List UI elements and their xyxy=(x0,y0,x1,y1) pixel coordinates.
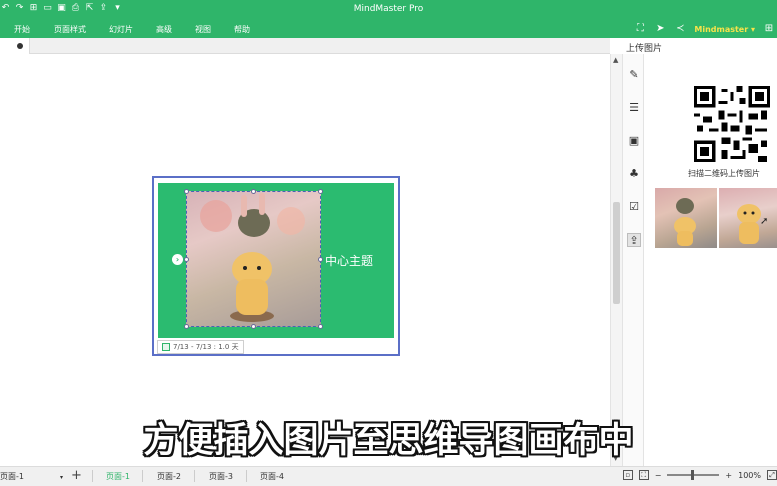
mouse-cursor-icon: ➚ xyxy=(760,216,769,227)
video-caption: 方便插入图片至思维导图画布中 xyxy=(143,421,634,461)
task-info-tag[interactable]: 7/13 - 7/13 : 1.0 天 xyxy=(157,340,244,354)
zoom-controls: ▫ ⛶ − + 100% ⤢ xyxy=(622,470,777,480)
zoom-out-icon[interactable]: − xyxy=(655,471,662,480)
task-calendar-icon xyxy=(162,343,170,351)
outline-list-icon[interactable]: ☰ xyxy=(627,101,641,115)
resize-handle[interactable] xyxy=(184,189,189,194)
page-tab-3[interactable]: 页面-3 xyxy=(209,471,233,482)
image-selection-border xyxy=(186,191,321,327)
vertical-scrollbar[interactable]: ▲ ▼ xyxy=(610,54,622,466)
resize-handle[interactable] xyxy=(184,257,189,262)
clipart-icon[interactable]: ♣ xyxy=(627,167,641,181)
image-icon[interactable]: ▣ xyxy=(627,134,641,148)
right-toolbar: ⛶ ➤ ≺ Mindmaster ▾ ⊞ xyxy=(634,20,775,38)
tab-divider xyxy=(142,470,143,482)
topic-text[interactable]: 中心主题 xyxy=(325,252,373,269)
upload-image-panel: 上传图片 扫描二维码上传图片 ➚ xyxy=(626,38,777,466)
task-icon[interactable]: ☑ xyxy=(627,200,641,214)
zoom-in-icon[interactable]: + xyxy=(725,471,732,480)
qr-code xyxy=(694,86,770,162)
share-icon[interactable]: ≺ xyxy=(674,23,686,35)
page-tab-2[interactable]: 页面-2 xyxy=(157,471,181,482)
task-info-text: 7/13 - 7/13 : 1.0 天 xyxy=(173,343,239,351)
resize-handle[interactable] xyxy=(184,324,189,329)
resize-handle[interactable] xyxy=(318,324,323,329)
panel-title: 上传图片 xyxy=(626,44,663,54)
uploaded-image-thumbnail[interactable] xyxy=(655,188,717,248)
bottom-status-bar: 页面-1 ▾ + 页面-1 页面-2 页面-3 页面-4 ▫ ⛶ − + 100%… xyxy=(0,466,777,486)
page-tab-1[interactable]: 页面-1 xyxy=(106,471,130,482)
thumbnail-photo xyxy=(674,198,696,246)
right-icon-rail: ✎ ☰ ▣ ♣ ☑ ⇪ xyxy=(622,54,644,466)
fit-page-icon[interactable]: ▫ xyxy=(622,470,633,480)
format-paint-icon[interactable]: ✎ xyxy=(627,68,641,82)
scan-qr-instruction: 扫描二维码上传图片 xyxy=(688,169,760,178)
chevron-down-icon: ▾ xyxy=(59,474,63,481)
upload-image-icon[interactable]: ⇪ xyxy=(627,233,641,247)
account-menu[interactable]: Mindmaster ▾ xyxy=(694,25,755,34)
resize-handle[interactable] xyxy=(251,324,256,329)
document-tab-strip xyxy=(0,38,610,54)
scroll-up-icon[interactable]: ▲ xyxy=(613,56,618,64)
app-title: MindMaster Pro xyxy=(353,4,424,14)
page-selector-label: 页面-1 xyxy=(0,472,24,481)
zoom-level: 100% xyxy=(738,470,761,480)
resize-handle[interactable] xyxy=(318,257,323,262)
fullscreen-icon[interactable]: ⛶ xyxy=(634,23,646,35)
menu-slides[interactable]: 幻灯片 xyxy=(109,24,133,35)
zoom-slider-knob[interactable] xyxy=(691,470,695,480)
brand-name: Mindmaster xyxy=(694,24,749,34)
scroll-thumb[interactable] xyxy=(613,202,620,304)
window-menu-icon[interactable]: ⊞ xyxy=(763,23,775,35)
tab-divider xyxy=(92,470,93,482)
document-tab[interactable] xyxy=(0,38,30,54)
fullscreen-icon[interactable]: ⛶ xyxy=(638,470,649,480)
menu-page-style[interactable]: 页面样式 xyxy=(54,24,86,35)
tab-divider xyxy=(246,470,247,482)
tab-divider xyxy=(194,470,195,482)
page-selector[interactable]: 页面-1 ▾ xyxy=(0,471,63,482)
menu-home[interactable]: 开始 xyxy=(14,24,30,35)
unsaved-dot-icon xyxy=(17,43,23,49)
add-page-icon[interactable]: + xyxy=(71,468,82,483)
menu-view[interactable]: 视图 xyxy=(195,24,211,35)
menu-advanced[interactable]: 高级 xyxy=(156,24,172,35)
resize-handle[interactable] xyxy=(318,189,323,194)
resize-handle[interactable] xyxy=(251,189,256,194)
title-bar: ↶ ↷ ⊞ ▭ ▣ ⎙ ⇱ ⇪ ▾ MindMaster Pro xyxy=(0,0,777,20)
expand-icon[interactable]: ⤢ xyxy=(767,470,777,480)
collapse-toggle-icon[interactable]: › xyxy=(172,254,183,265)
zoom-slider[interactable] xyxy=(667,470,720,480)
page-tab-4[interactable]: 页面-4 xyxy=(260,471,284,482)
menu-help[interactable]: 帮助 xyxy=(234,24,250,35)
topic-image[interactable] xyxy=(186,191,321,327)
send-icon[interactable]: ➤ xyxy=(654,23,666,35)
